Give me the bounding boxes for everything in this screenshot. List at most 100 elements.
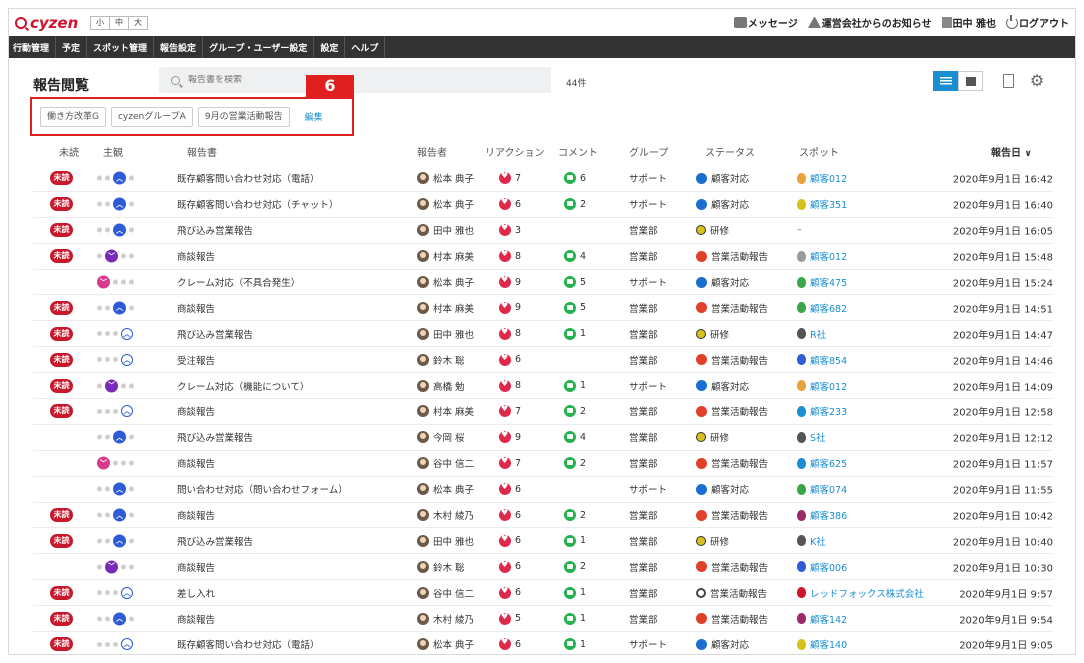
mood-dot[interactable] bbox=[129, 201, 134, 207]
tag-filter[interactable]: cyzenグループA bbox=[110, 106, 193, 127]
nav-schedule[interactable]: 予定 bbox=[56, 36, 88, 58]
mood-dot[interactable] bbox=[121, 279, 126, 285]
logout-link[interactable]: ログアウト bbox=[1006, 14, 1069, 30]
mood-dot[interactable] bbox=[97, 564, 102, 570]
nav-group-user-settings[interactable]: グループ・ユーザー設定 bbox=[203, 36, 315, 58]
table-row[interactable]: 未読 ﹀ クレーム対応（機能について） 高橋 勉 8 1 サポート 顧客対応 顧客012 2020… bbox=[33, 373, 1053, 400]
reaction-count[interactable]: 6 bbox=[499, 637, 521, 651]
mood-dot[interactable] bbox=[129, 227, 134, 233]
mood-up-icon[interactable]: ︿ bbox=[113, 430, 126, 444]
col-reporter[interactable]: 報告者 bbox=[417, 144, 447, 159]
font-size-medium[interactable]: 中 bbox=[109, 16, 129, 30]
report-title[interactable]: 商談報告 bbox=[177, 508, 215, 522]
font-size-small[interactable]: 小 bbox=[90, 16, 110, 30]
mood-dot[interactable] bbox=[129, 512, 134, 518]
nav-settings[interactable]: 設定 bbox=[314, 36, 346, 58]
comment-count[interactable]: 1 bbox=[564, 534, 586, 547]
messages-link[interactable]: メッセージ bbox=[733, 15, 798, 30]
mood-dot[interactable] bbox=[97, 641, 102, 647]
nav-activity[interactable]: 行動管理 bbox=[9, 36, 57, 58]
comment-count[interactable]: 1 bbox=[564, 638, 586, 651]
spot-link[interactable]: 顧客006 bbox=[797, 560, 847, 574]
reaction-count[interactable]: 6 bbox=[499, 560, 521, 573]
mood-dot[interactable] bbox=[105, 538, 110, 544]
report-title[interactable]: 飛び込み営業報告 bbox=[177, 430, 253, 444]
table-row[interactable]: ﹀ クレーム対応（不具合発生） 松本 典子 9 5 サポート 顧客対応 顧客475 2020年9… bbox=[33, 270, 1053, 296]
mood-dot[interactable] bbox=[105, 434, 110, 440]
table-row[interactable]: ﹀ 商談報告 谷中 信二 7 2 営業部 営業活動報告 顧客625 2020年9月1日 11:5… bbox=[33, 451, 1053, 477]
mood-dot[interactable] bbox=[97, 434, 102, 440]
reaction-count[interactable]: 7 bbox=[499, 171, 521, 185]
reaction-count[interactable]: 9 bbox=[499, 301, 521, 314]
mood-dot[interactable] bbox=[113, 460, 118, 466]
mood-dot[interactable] bbox=[121, 460, 126, 466]
announcements-link[interactable]: 運営会社からのお知らせ bbox=[807, 15, 932, 30]
mood-dot[interactable] bbox=[113, 331, 118, 337]
comment-count[interactable]: 2 bbox=[564, 405, 586, 418]
mood-dot[interactable] bbox=[129, 279, 134, 285]
tag-filter[interactable]: 9月の営業活動報告 bbox=[197, 106, 290, 127]
spot-link[interactable]: 顧客625 bbox=[797, 456, 847, 470]
mood-dot[interactable] bbox=[105, 486, 110, 492]
comment-count[interactable]: 4 bbox=[564, 431, 586, 444]
col-report[interactable]: 報告書 bbox=[187, 144, 217, 159]
spot-link[interactable]: 顧客351 bbox=[797, 197, 847, 211]
comment-count[interactable]: 5 bbox=[564, 276, 586, 288]
report-title[interactable]: 商談報告 bbox=[177, 404, 215, 418]
reaction-count[interactable]: 8 bbox=[499, 327, 521, 340]
mood-up-icon[interactable]: ︿ bbox=[113, 612, 126, 626]
table-row[interactable]: 未読 ︿ 商談報告 木村 綾乃 6 2 営業部 営業活動報告 顧客386 2020年9月1日 10… bbox=[33, 503, 1053, 529]
table-row[interactable]: 未読 ︿ 商談報告 村本 麻美 9 5 営業部 営業活動報告 顧客682 2020年9月1日 14… bbox=[33, 295, 1053, 322]
report-title[interactable]: 商談報告 bbox=[177, 612, 215, 626]
mood-dot[interactable] bbox=[97, 357, 102, 363]
comment-count[interactable]: 5 bbox=[564, 301, 586, 314]
comment-count[interactable]: 1 bbox=[564, 586, 586, 599]
reaction-count[interactable]: 3 bbox=[499, 223, 521, 237]
mood-dot[interactable] bbox=[121, 383, 126, 389]
report-title[interactable]: クレーム対応（機能について） bbox=[177, 379, 309, 393]
list-view-button[interactable] bbox=[933, 71, 958, 91]
mood-up-icon[interactable]: ︿ bbox=[113, 508, 126, 522]
table-row[interactable]: 未読 ︿ 差し入れ 谷中 信二 6 1 営業部 営業活動報告 レッドフォックス株式会社 2020年… bbox=[33, 580, 1053, 607]
mood-dot[interactable] bbox=[97, 512, 102, 518]
mood-dot[interactable] bbox=[97, 227, 102, 233]
mood-dot[interactable] bbox=[97, 538, 102, 544]
report-title[interactable]: 飛び込み営業報告 bbox=[177, 534, 253, 548]
reaction-count[interactable]: 9 bbox=[499, 430, 521, 444]
table-row[interactable]: 未読 ﹀ 商談報告 村本 麻美 8 4 営業部 営業活動報告 顧客012 2020年9月1日 15… bbox=[33, 244, 1053, 270]
report-title[interactable]: 差し入れ bbox=[177, 586, 215, 600]
card-view-button[interactable] bbox=[958, 71, 983, 91]
table-row[interactable]: 未読 ︿ 飛び込み営業報告 田中 雅也 3 営業部 研修 – 2020年9月1日 16:05 bbox=[33, 218, 1053, 244]
reaction-count[interactable]: 8 bbox=[499, 379, 521, 392]
comment-count[interactable]: 2 bbox=[564, 198, 586, 211]
table-row[interactable]: 未読 ︿ 既存顧客問い合わせ対応（チャット） 松本 典子 6 2 サポート 顧客対応 顧客351… bbox=[33, 192, 1053, 218]
mood-dot[interactable] bbox=[129, 434, 134, 440]
mood-dot[interactable] bbox=[97, 486, 102, 492]
nav-spot-management[interactable]: スポット管理 bbox=[87, 36, 155, 58]
mood-dot[interactable] bbox=[113, 408, 118, 414]
gear-icon[interactable]: ⚙ bbox=[1029, 73, 1045, 89]
mood-dot[interactable] bbox=[97, 616, 102, 622]
mood-dot[interactable] bbox=[97, 383, 102, 389]
mood-up-icon[interactable]: ︿ bbox=[113, 534, 126, 548]
mood-dot[interactable] bbox=[105, 408, 110, 414]
spot-link[interactable]: K社 bbox=[797, 534, 826, 548]
reaction-count[interactable]: 7 bbox=[499, 404, 521, 418]
export-icon[interactable] bbox=[1003, 74, 1014, 88]
comment-count[interactable]: 1 bbox=[564, 612, 586, 625]
reaction-count[interactable]: 6 bbox=[499, 197, 521, 211]
spot-link[interactable]: 顧客012 bbox=[797, 379, 847, 393]
mood-very-down-icon[interactable]: ﹀ bbox=[97, 456, 110, 470]
mood-dot[interactable] bbox=[129, 538, 134, 544]
mood-up-icon[interactable]: ︿ bbox=[113, 197, 126, 211]
mood-down-icon[interactable]: ﹀ bbox=[105, 249, 118, 263]
table-row[interactable]: ﹀ 商談報告 鈴木 聡 6 2 営業部 営業活動報告 顧客006 2020年9月1日 10:30 bbox=[33, 554, 1053, 581]
table-row[interactable]: 未読 ︿ 既存顧客問い合わせ対応（電話） 松本 典子 6 1 サポート 顧客対応 顧客140 20… bbox=[33, 632, 1053, 654]
mood-dot[interactable] bbox=[97, 305, 102, 311]
report-title[interactable]: 飛び込み営業報告 bbox=[177, 223, 253, 237]
spot-link[interactable]: R社 bbox=[797, 327, 826, 341]
col-spot[interactable]: スポット bbox=[799, 144, 839, 159]
mood-dot[interactable] bbox=[105, 357, 110, 363]
mood-dot[interactable] bbox=[113, 279, 118, 285]
col-comment[interactable]: コメント bbox=[558, 144, 598, 159]
